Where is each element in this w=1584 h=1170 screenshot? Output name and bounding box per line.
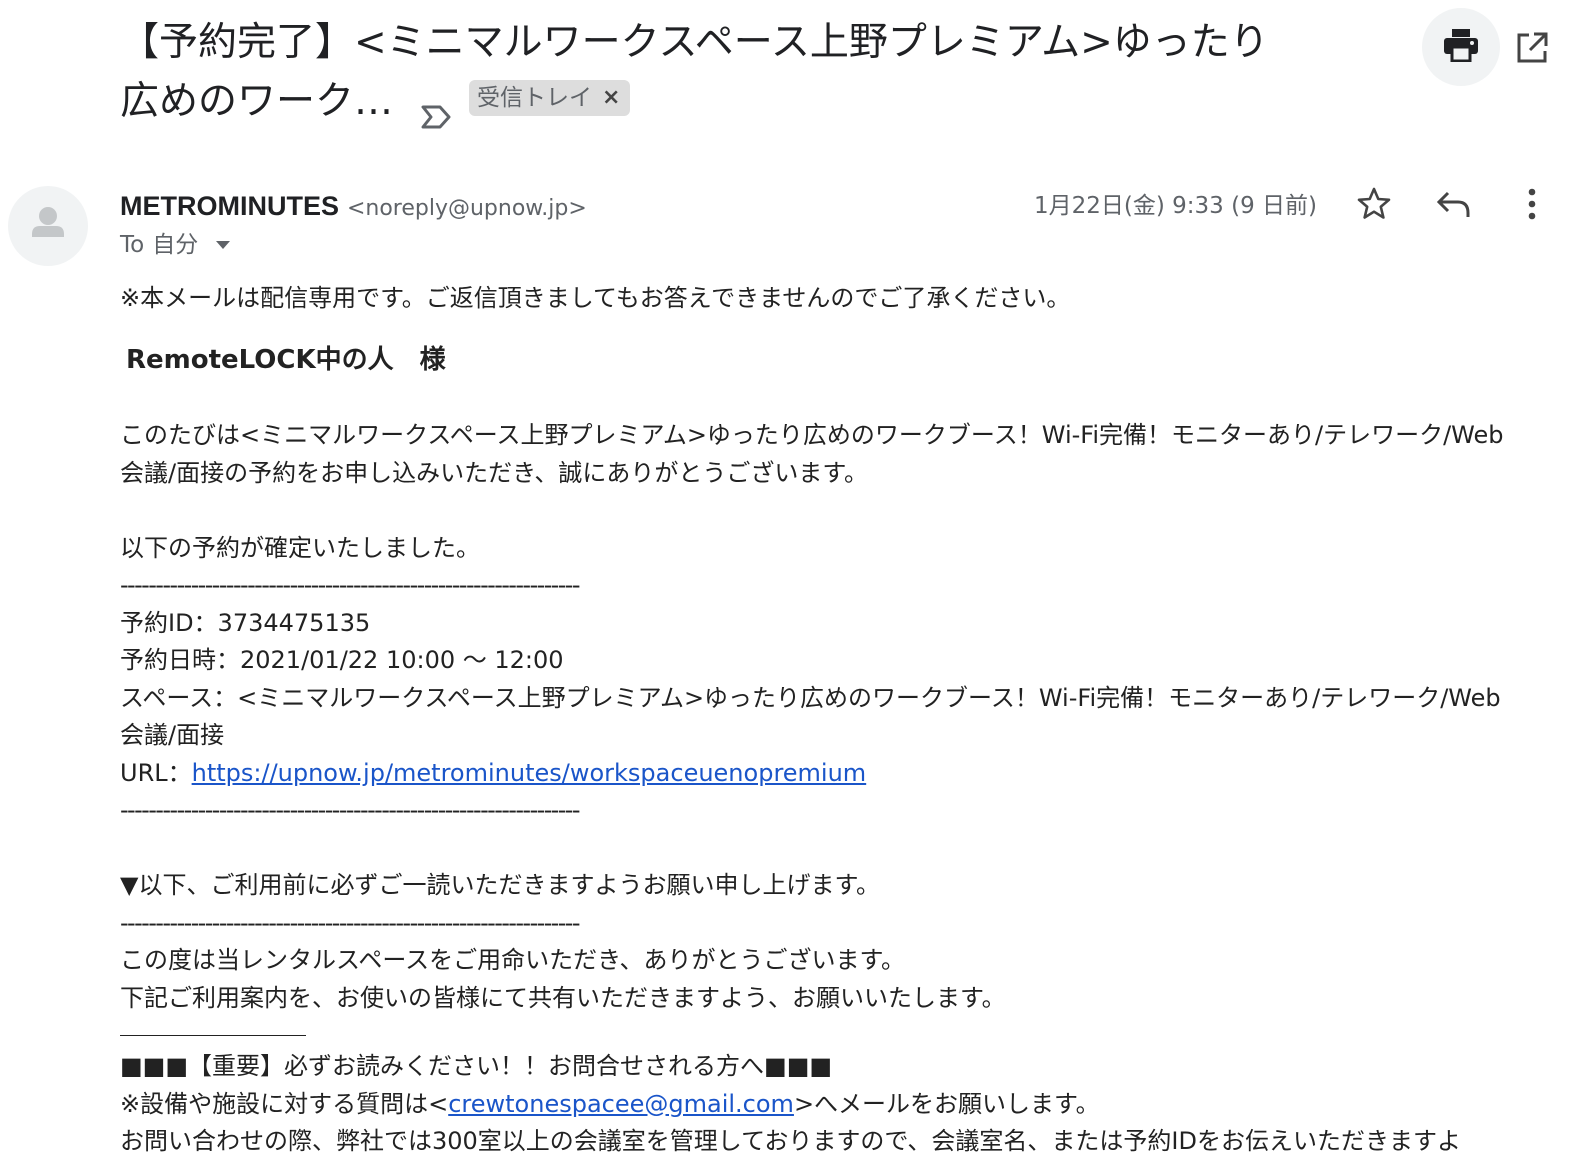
- subject-line-1: 【予約完了】<ミニマルワークスペース上野プレミアム>ゆったり: [120, 20, 1269, 65]
- email-body: ※本メールは配信専用です。ご返信頂きましてもお答えできませんのでご了承ください。…: [120, 280, 1520, 1161]
- intro-text: このたびは<ミニマルワークスペース上野プレミアム>ゆったり広めのワークブース！W…: [120, 421, 1504, 487]
- open-in-new-window-button[interactable]: [1512, 30, 1552, 70]
- cutoff-text: お問い合わせの際、弊社では300室以上の会議室を管理しておりますので、会議室名、…: [120, 1127, 1461, 1155]
- sender-email: <noreply@upnow.jp>: [346, 196, 587, 221]
- remove-label-button[interactable]: ×: [602, 80, 620, 116]
- url-label: URL：: [120, 758, 192, 787]
- divider-line: ----------------------------------------…: [120, 908, 581, 937]
- label-chip-text: 受信トレイ: [477, 84, 593, 111]
- recipient-line: To 自分: [120, 228, 231, 262]
- sender-name[interactable]: METROMINUTES: [120, 191, 339, 221]
- reservation-id: 予約ID：3734475135: [120, 608, 371, 637]
- printer-icon: [1443, 28, 1479, 66]
- message-date: 1月22日(金) 9:33 (9 日前): [1034, 193, 1318, 219]
- more-options-button[interactable]: [1510, 184, 1554, 228]
- label-chip-inbox[interactable]: 受信トレイ ×: [469, 79, 631, 116]
- confirmed-text: 以下の予約が確定いたしました。: [120, 533, 480, 562]
- avatar-icon: [8, 186, 88, 266]
- print-button[interactable]: [1422, 8, 1500, 86]
- section-rule: [120, 1017, 306, 1036]
- contact-prefix: ※設備や施設に対する質問は<: [120, 1089, 449, 1118]
- divider-line: ----------------------------------------…: [120, 796, 581, 824]
- reservation-url-link[interactable]: https://upnow.jp/metrominutes/workspaceu…: [192, 759, 867, 787]
- subject-line-2: 広めのワーク…: [120, 79, 394, 124]
- to-value: 自分: [152, 232, 199, 258]
- reply-icon: [1436, 189, 1472, 223]
- external-link-icon: [1515, 31, 1549, 69]
- contact-email-link[interactable]: crewtonespacee@gmail.com: [448, 1090, 794, 1118]
- divider-line: ----------------------------------------…: [120, 571, 581, 599]
- subject-line-2-row: 広めのワーク… 受信トレイ ×: [120, 73, 631, 130]
- contact-suffix: >へメールをお願いします。: [793, 1089, 1100, 1118]
- reservation-space: スペース：<ミニマルワークスペース上野プレミアム>ゆったり広めのワークブース！W…: [120, 683, 1501, 750]
- sender-avatar[interactable]: [8, 186, 88, 266]
- email-subject: 【予約完了】<ミニマルワークスペース上野プレミアム>ゆったり 広めのワーク… 受…: [120, 14, 1410, 130]
- share-text: 下記ご利用案内を、お使いの皆様にて共有いただきますよう、お願いいたします。: [120, 983, 1006, 1012]
- greeting: RemoteLOCK中の人 様: [126, 344, 446, 375]
- reply-button[interactable]: [1432, 184, 1476, 228]
- reservation-datetime: 予約日時：2021/01/22 10:00 〜 12:00: [120, 646, 564, 674]
- more-vert-icon: [1527, 188, 1537, 224]
- thanks-text: この度は当レンタルスペースをご用命いただき、ありがとうございます。: [120, 946, 906, 974]
- star-icon: [1356, 186, 1392, 226]
- importance-marker-icon[interactable]: [421, 89, 451, 128]
- contact-line: ※設備や施設に対する質問は<crewtonespacee@gmail.com>へ…: [120, 1086, 1520, 1124]
- to-label: To: [120, 232, 145, 258]
- show-details-caret-icon[interactable]: [216, 241, 231, 249]
- important-heading: ■■■【重要】必ずお読みください！！お問合せされる方へ■■■: [120, 1052, 833, 1080]
- reservation-url-line: URL：https://upnow.jp/metrominutes/worksp…: [120, 755, 1520, 793]
- sender-info: METROMINUTES <noreply@upnow.jp>: [120, 188, 587, 227]
- star-button[interactable]: [1352, 184, 1396, 228]
- notice-text: ※本メールは配信専用です。ご返信頂きましてもお答えできませんのでご了承ください。: [120, 284, 1071, 312]
- please-read-text: ▼以下、ご利用前に必ずご一読いただきますようお願い申し上げます。: [120, 871, 881, 899]
